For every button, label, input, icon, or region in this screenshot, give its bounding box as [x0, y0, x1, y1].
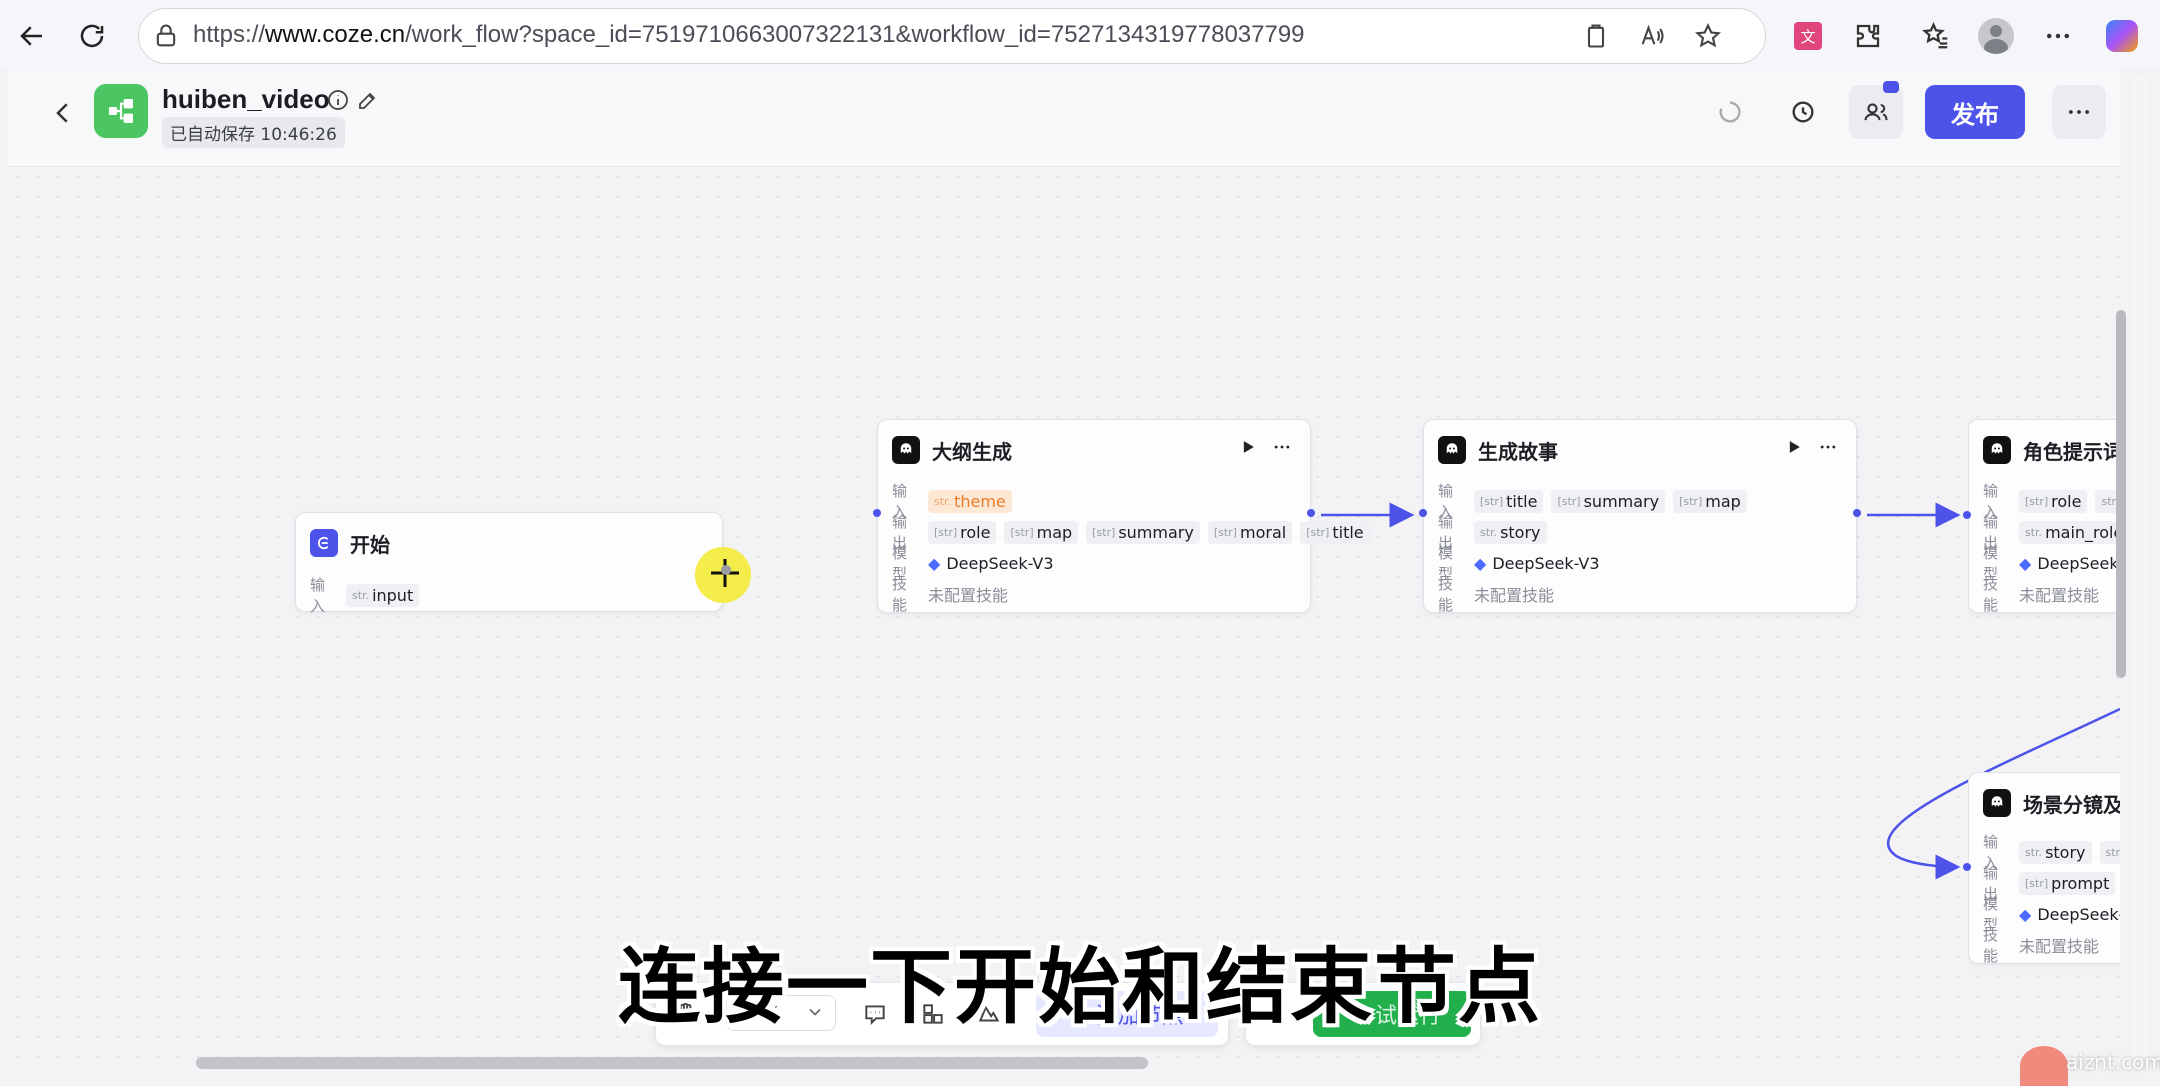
deepseek-whale-icon: ◆ — [928, 553, 941, 573]
watermark: aiznt.com — [2066, 1050, 2160, 1074]
clipboard-icon[interactable] — [1579, 19, 1613, 53]
edit-icon[interactable] — [356, 88, 380, 116]
workflow-title: huiben_video — [162, 84, 330, 114]
mascot-avatar — [2020, 1046, 2068, 1086]
video-subtitle: 连接一下开始和结束节点 — [617, 940, 1542, 1035]
llm-node-icon — [1438, 436, 1466, 464]
extensions-puzzle-icon[interactable] — [1846, 14, 1890, 58]
model-name: ◆ DeepSeek-V3 — [928, 553, 1054, 573]
loading-spinner-icon — [1703, 85, 1757, 139]
input-port[interactable] — [1419, 509, 1427, 517]
back-arrow-icon[interactable] — [10, 14, 54, 58]
node-story[interactable]: 生成故事 输入 [str] title [str] summary [str] map… — [1419, 419, 1861, 614]
skills-status: 未配置技能 — [2019, 586, 2100, 605]
skills-status: 未配置技能 — [1474, 586, 1555, 605]
llm-node-icon — [1983, 789, 2011, 817]
node-skill-row: 技能 未配置技能 — [1983, 575, 2100, 614]
info-icon[interactable] — [326, 88, 350, 116]
workflow-app-icon — [94, 84, 148, 138]
history-icon[interactable] — [1776, 85, 1830, 139]
vertical-scrollbar[interactable] — [2116, 310, 2126, 678]
variable-tag: str. story — [2019, 840, 2092, 864]
vertical-scroll-track[interactable] — [2132, 76, 2148, 1066]
node-skill-row: 技能 未配置技能 — [1438, 575, 1555, 614]
output-port[interactable] — [1307, 509, 1315, 517]
node-more-icon[interactable] — [1272, 437, 1292, 461]
back-chevron-icon[interactable] — [48, 98, 78, 128]
llm-node-icon — [1983, 436, 2011, 464]
run-node-icon[interactable] — [1784, 437, 1804, 461]
node-title: 生成故事 — [1478, 439, 1558, 464]
node-clip-role: 角色提示词 输入 [str]role str.sto 输出 str.main_r… — [1968, 419, 2120, 619]
input-port[interactable] — [1963, 863, 1971, 871]
node-skill-row: 技能 未配置技能 — [892, 575, 1009, 614]
node-title: 角色提示词 — [2023, 439, 2120, 464]
start-node-icon — [310, 529, 338, 557]
variable-tag: [str] summary — [1551, 489, 1666, 513]
address-bar[interactable]: https://www.coze.cn/work_flow?space_id=7… — [138, 8, 1766, 64]
node-role-prompt[interactable]: 角色提示词 输入 [str]role str.sto 输出 str.main_r… — [1968, 419, 2120, 614]
horizontal-scrollbar[interactable] — [196, 1057, 1148, 1069]
site-info-lock-icon[interactable] — [149, 19, 183, 53]
publish-button[interactable]: 发布 — [1925, 85, 2025, 139]
variable-tag: str.m — [2099, 840, 2120, 864]
variable-tag: str. story — [1474, 520, 1547, 544]
run-node-icon[interactable] — [1238, 437, 1258, 461]
output-port[interactable] — [1853, 509, 1861, 517]
autosave-status: 已自动保存 10:46:26 — [162, 117, 345, 148]
node-input-row: 输入 str. input — [310, 574, 420, 616]
deepseek-whale-icon: ◆ — [2019, 553, 2032, 573]
variable-tag: [str] map — [1004, 520, 1079, 544]
read-aloud-icon[interactable] — [1635, 19, 1669, 53]
node-outline[interactable]: 大纲生成 输入 str. theme 输出 [str] role [str] map … — [873, 419, 1370, 614]
node-title: 场景分镜及 — [2023, 792, 2120, 817]
variable-tag: [str] moral — [1207, 520, 1293, 544]
variable-tag: [str] title — [1300, 520, 1370, 544]
variable-tag: [str] role — [2019, 489, 2088, 513]
refresh-icon[interactable] — [70, 14, 114, 58]
llm-node-icon — [892, 436, 920, 464]
variable-tag: [str] map — [1673, 489, 1747, 513]
skills-status: 未配置技能 — [928, 586, 1009, 605]
start-output-port[interactable] — [721, 565, 731, 575]
model-name: ◆ DeepSeek-V3 — [1474, 553, 1600, 573]
variable-tag: [str] title — [1474, 489, 1544, 513]
node-title: 大纲生成 — [932, 439, 1012, 464]
node-start[interactable]: 开始 输入 str. input — [295, 512, 723, 615]
url-text: https://www.coze.cn/work_flow?space_id=7… — [193, 21, 1305, 48]
variable-tag: [str] role — [928, 520, 997, 544]
input-label: 输入 — [310, 576, 326, 615]
collaborators-icon[interactable] — [1849, 81, 1903, 139]
browser-toolbar: https://www.coze.cn/work_flow?space_id=7… — [0, 0, 2160, 70]
favorites-list-icon[interactable] — [1914, 14, 1958, 58]
node-more-icon[interactable] — [1818, 437, 1838, 461]
translate-extension-icon[interactable]: 文 — [1786, 14, 1830, 58]
input-port[interactable] — [1963, 511, 1971, 519]
variable-tag: str. main_role — [2019, 520, 2120, 544]
input-port[interactable] — [873, 509, 881, 517]
variable-tag: [str] summary — [1086, 520, 1200, 544]
workflow-header: huiben_video 已自动保存 10:46:26 发布 — [8, 70, 2120, 167]
favorite-star-icon[interactable] — [1691, 19, 1725, 53]
model-name: ◆DeepSeek-V — [2019, 553, 2120, 573]
variable-tag: [str] prompt — [2019, 871, 2116, 895]
new-badge — [1883, 81, 1899, 93]
more-options-icon[interactable] — [2052, 85, 2106, 139]
crosshair-cursor-icon — [709, 557, 741, 593]
copilot-icon[interactable] — [2100, 14, 2144, 58]
node-title: 开始 — [350, 532, 390, 557]
variable-tag: str. input — [346, 583, 420, 607]
variable-tag-warning: str. theme — [928, 489, 1012, 513]
browser-menu-icon[interactable] — [2036, 14, 2080, 58]
deepseek-whale-icon: ◆ — [1474, 553, 1487, 573]
profile-avatar-icon[interactable] — [1974, 14, 2018, 58]
